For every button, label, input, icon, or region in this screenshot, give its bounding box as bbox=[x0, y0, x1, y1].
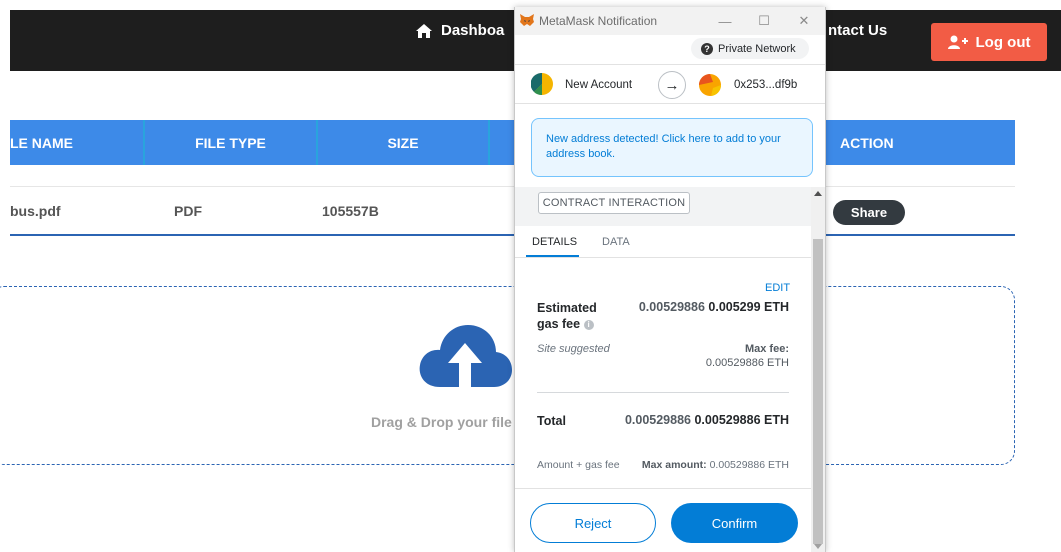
new-address-alert[interactable]: New address detected! Click here to add … bbox=[531, 118, 813, 177]
dropzone-text: Drag & Drop your file bbox=[371, 414, 512, 430]
file-size-cell: 105557B bbox=[322, 203, 379, 219]
file-name-cell: bus.pdf bbox=[10, 203, 61, 219]
total-primary: 0.00529886 ETH bbox=[694, 413, 789, 427]
reject-button[interactable]: Reject bbox=[530, 503, 656, 543]
home-icon bbox=[416, 23, 432, 38]
gas-fee-values: 0.00529886 0.005299 ETH bbox=[639, 300, 789, 314]
tab-details[interactable]: DETAILS bbox=[532, 236, 577, 248]
max-amount: Max amount: 0.00529886 ETH bbox=[642, 459, 789, 471]
account-avatar-icon bbox=[531, 73, 553, 95]
close-icon[interactable]: ✕ bbox=[792, 11, 816, 31]
contract-interaction-tag: CONTRACT INTERACTION bbox=[538, 192, 690, 214]
divider bbox=[537, 392, 789, 393]
user-plus-icon bbox=[947, 35, 968, 49]
account-bar: New Account → 0x253...df9b bbox=[515, 64, 825, 104]
total-subtitle: Amount + gas fee bbox=[537, 459, 620, 471]
screen: Dashboa ntact Us Log out LE NAME FILE TY… bbox=[0, 0, 1061, 552]
gas-fee-label: Estimated gas fee i bbox=[537, 300, 617, 332]
logout-label: Log out bbox=[975, 33, 1031, 51]
maximize-icon[interactable]: ☐ bbox=[752, 11, 776, 31]
window-titlebar[interactable]: MetaMask Notification — ☐ ✕ bbox=[515, 7, 825, 35]
minimize-icon[interactable]: — bbox=[713, 11, 737, 31]
transaction-details-scroll: CONTRACT INTERACTION DETAILS DATA EDIT E… bbox=[515, 187, 811, 552]
scroll-up-icon[interactable] bbox=[814, 191, 822, 196]
tab-data[interactable]: DATA bbox=[602, 236, 630, 248]
gas-fee-secondary: 0.00529886 bbox=[638, 300, 705, 314]
action-footer: Reject Confirm bbox=[515, 488, 811, 552]
column-header-action: ACTION bbox=[840, 134, 894, 151]
scroll-down-icon[interactable] bbox=[814, 544, 822, 549]
table-spacer-row bbox=[10, 165, 1015, 187]
gas-suggestion-note: Site suggested bbox=[537, 343, 610, 355]
file-type-cell: PDF bbox=[174, 203, 202, 219]
edit-gas-link[interactable]: EDIT bbox=[765, 282, 790, 294]
nav-dashboard-label: Dashboa bbox=[441, 22, 505, 39]
total-secondary: 0.00529886 bbox=[624, 413, 691, 427]
info-icon[interactable]: i bbox=[583, 319, 594, 330]
max-fee-label: Max fee: bbox=[744, 343, 789, 355]
confirm-button[interactable]: Confirm bbox=[671, 503, 798, 543]
column-header-type[interactable]: FILE TYPE bbox=[145, 120, 318, 165]
total-label: Total bbox=[537, 414, 566, 428]
window-title: MetaMask Notification bbox=[539, 14, 658, 28]
arrow-right-icon: → bbox=[658, 71, 686, 99]
scrollbar-thumb[interactable] bbox=[813, 239, 823, 544]
cloud-upload-icon bbox=[419, 325, 512, 387]
scrollbar[interactable] bbox=[811, 187, 825, 552]
max-amount-value: 0.00529886 ETH bbox=[709, 459, 789, 471]
gas-fee-primary: 0.005299 ETH bbox=[708, 300, 789, 314]
nav-dashboard-link[interactable]: Dashboa bbox=[415, 22, 504, 39]
column-header-size[interactable]: SIZE bbox=[318, 120, 490, 165]
metamask-window: MetaMask Notification — ☐ ✕ ? Private Ne… bbox=[514, 7, 826, 552]
active-tab-indicator bbox=[526, 255, 579, 257]
network-name: Private Network bbox=[718, 42, 796, 55]
column-header-name[interactable]: LE NAME bbox=[10, 120, 145, 165]
logout-button[interactable]: Log out bbox=[931, 23, 1047, 61]
network-selector[interactable]: ? Private Network bbox=[691, 38, 809, 59]
file-table-header: LE NAME FILE TYPE SIZE ACTION bbox=[10, 120, 1015, 165]
max-amount-label: Max amount: bbox=[641, 459, 707, 471]
share-button[interactable]: Share bbox=[833, 200, 905, 225]
details-panel: EDIT Estimated gas fee i 0.00529886 0.00… bbox=[515, 258, 811, 488]
details-tabs: DETAILS DATA bbox=[515, 226, 811, 258]
total-values: 0.00529886 0.00529886 ETH bbox=[625, 413, 789, 427]
from-account-name: New Account bbox=[565, 79, 633, 91]
table-row: bus.pdf PDF 105557B Share bbox=[10, 188, 1015, 236]
recipient-avatar-icon bbox=[699, 74, 721, 96]
max-fee-value: 0.00529886 ETH bbox=[705, 357, 789, 369]
recipient-address: 0x253...df9b bbox=[734, 79, 798, 91]
metamask-fox-icon bbox=[520, 14, 534, 26]
nav-contact-link[interactable]: ntact Us bbox=[828, 22, 887, 39]
question-icon: ? bbox=[701, 42, 713, 55]
